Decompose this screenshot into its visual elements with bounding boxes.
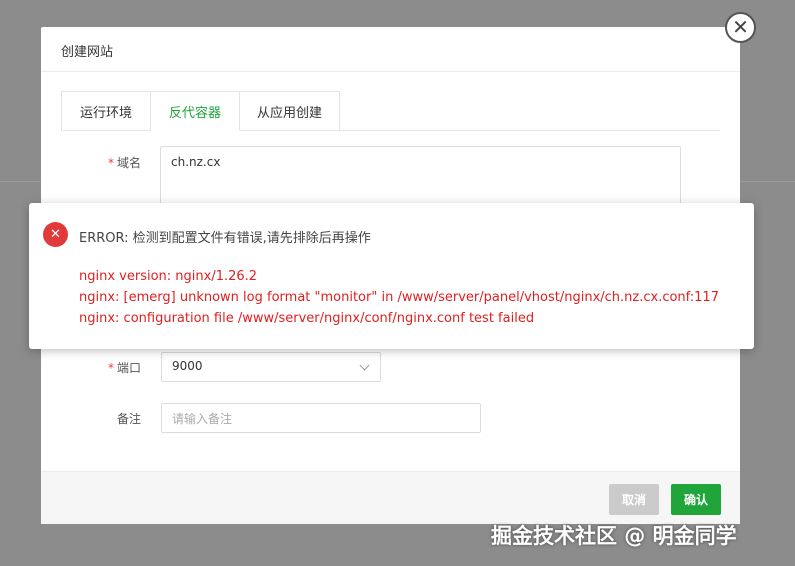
- close-icon[interactable]: ✕: [725, 12, 756, 43]
- error-popup: ✕ ERROR: 检测到配置文件有错误,请先排除后再操作 nginx versi…: [29, 203, 754, 349]
- confirm-button[interactable]: 确认: [671, 484, 721, 515]
- error-line: nginx version: nginx/1.26.2: [79, 269, 258, 284]
- tab-bar: 运行环境 反代容器 从应用创建: [61, 91, 720, 131]
- tab-runtime[interactable]: 运行环境: [61, 91, 151, 131]
- tab-from-app[interactable]: 从应用创建: [239, 91, 340, 131]
- remark-input[interactable]: 请输入备注: [161, 403, 481, 433]
- remark-label: 备注: [116, 412, 141, 426]
- dialog-footer: 取消 确认: [41, 471, 740, 524]
- chevron-down-icon: [359, 360, 370, 371]
- dialog-title: 创建网站: [41, 27, 740, 72]
- error-line: nginx: configuration file /www/server/ng…: [79, 311, 535, 326]
- error-line: nginx: [emerg] unknown log format "monit…: [79, 290, 719, 305]
- tab-reverse-proxy-container[interactable]: 反代容器: [150, 91, 240, 131]
- port-label: * 端口: [107, 361, 141, 375]
- error-title: ERROR: 检测到配置文件有错误,请先排除后再操作: [79, 231, 371, 246]
- port-value: 9000: [172, 359, 203, 373]
- domain-textarea[interactable]: ch.nz.cx: [160, 146, 681, 206]
- port-select[interactable]: 9000: [161, 352, 381, 382]
- domain-label: * 域名: [107, 156, 141, 170]
- watermark-text: 掘金技术社区 @ 明金同学: [491, 524, 737, 548]
- error-x-icon: ✕: [43, 222, 68, 247]
- cancel-button[interactable]: 取消: [609, 484, 659, 515]
